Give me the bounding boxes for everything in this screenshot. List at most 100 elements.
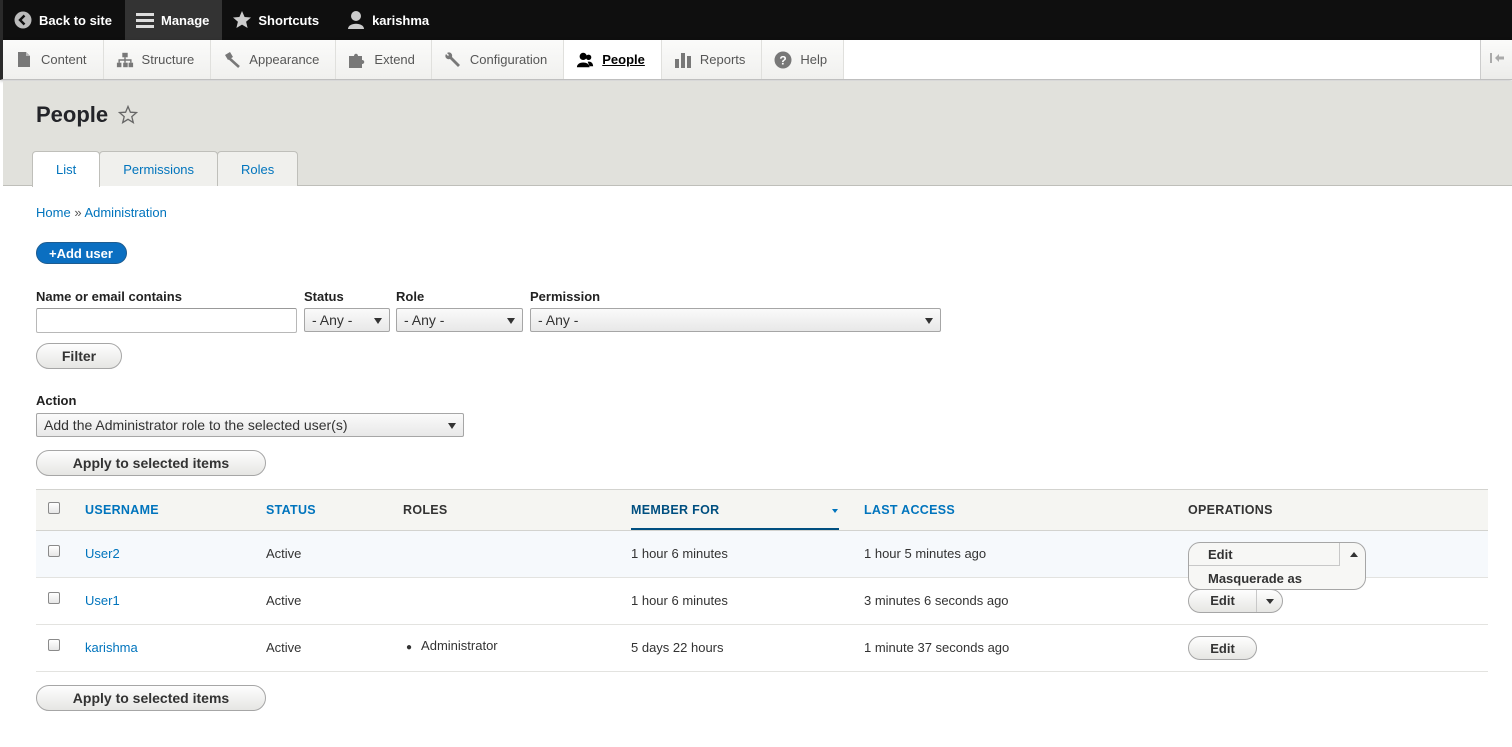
role-select[interactable]: - Any - <box>396 308 523 332</box>
permission-filter-label: Permission <box>530 289 601 304</box>
last-access-cell: 1 minute 37 seconds ago <box>864 640 1010 655</box>
tray-item-label: People <box>602 52 645 67</box>
tray-item-structure[interactable]: Structure <box>103 40 212 79</box>
tray-item-help[interactable]: ? Help <box>762 40 845 79</box>
tray-item-label: Structure <box>141 52 195 67</box>
role-filter-label: Role <box>396 289 425 304</box>
help-icon: ? <box>774 51 792 69</box>
manage-link[interactable]: Manage <box>124 0 223 40</box>
member-for-cell: 1 hour 6 minutes <box>631 593 728 608</box>
action-select[interactable]: Add the Administrator role to the select… <box>36 413 464 437</box>
tray-item-label: Content <box>41 52 87 67</box>
permission-select[interactable]: - Any - <box>530 308 941 332</box>
last-access-cell: 3 minutes 6 seconds ago <box>864 593 1009 608</box>
action-label: Action <box>36 393 77 408</box>
tray-item-people[interactable]: People <box>564 40 662 79</box>
tray-item-reports[interactable]: Reports <box>661 40 763 79</box>
svg-text:?: ? <box>780 53 787 67</box>
table-row: karishma Active ● Administrator 5 days 22… <box>36 625 1488 672</box>
tab-roles[interactable]: Roles <box>217 151 299 186</box>
username-link[interactable]: karishma <box>85 640 138 655</box>
username-link[interactable]: User1 <box>85 593 120 608</box>
users-table-header: USERNAME STATUS ROLES MEMBER FOR LAST AC… <box>36 489 1488 531</box>
apply-to-selected-button-top[interactable]: Apply to selected items <box>36 450 266 476</box>
dropbutton-toggle[interactable] <box>1341 543 1366 589</box>
user-name-label: karishma <box>372 12 430 28</box>
tray-item-configuration[interactable]: Configuration <box>431 40 565 79</box>
row-checkbox[interactable] <box>48 592 60 604</box>
bar-chart-icon <box>674 51 692 69</box>
add-user-button[interactable]: +Add user <box>36 242 127 264</box>
page-header: People List Permissions Roles <box>3 81 1512 187</box>
tray-orientation-toggle[interactable] <box>1480 40 1512 79</box>
back-to-site-link[interactable]: Back to site <box>3 0 125 40</box>
back-arrow-icon <box>13 10 33 30</box>
tray-item-label: Appearance <box>249 52 320 67</box>
name-filter-label: Name or email contains <box>36 289 182 304</box>
tray-item-extend[interactable]: Extend <box>336 40 432 79</box>
tab-list[interactable]: List <box>32 151 101 187</box>
tray-item-content[interactable]: Content <box>3 40 104 79</box>
paintbrush-icon <box>223 51 241 69</box>
row-checkbox[interactable] <box>48 545 60 557</box>
sitemap-icon <box>116 51 134 69</box>
column-status[interactable]: STATUS <box>266 503 316 517</box>
status-filter-label: Status <box>304 289 344 304</box>
edit-button[interactable]: Edit <box>1188 636 1257 660</box>
primary-tabs: List Permissions Roles <box>32 151 299 187</box>
shortcuts-label: Shortcuts <box>258 12 320 28</box>
status-cell: Active <box>266 640 302 655</box>
role-item: Administrator <box>421 638 498 653</box>
roles-cell: ● Administrator <box>406 638 498 653</box>
admin-toolbar: Back to site Manage Shortcuts karishma <box>0 0 1512 40</box>
list-bullet: ● <box>406 642 413 653</box>
chevron-down-icon <box>925 318 933 324</box>
tab-permissions[interactable]: Permissions <box>99 151 219 186</box>
action-select-value: Add the Administrator role to the select… <box>44 417 348 433</box>
sort-desc-icon <box>832 509 838 513</box>
chevron-down-icon <box>374 318 382 324</box>
dropbutton-toggle[interactable] <box>1257 598 1282 604</box>
edit-button[interactable]: Edit <box>1189 543 1340 566</box>
column-username[interactable]: USERNAME <box>85 503 159 517</box>
tray-item-label: Reports <box>699 52 746 67</box>
shortcut-star-icon[interactable] <box>117 104 139 125</box>
active-sort-indicator <box>631 528 839 530</box>
column-operations: OPERATIONS <box>1188 503 1273 517</box>
permission-select-value: - Any - <box>538 312 579 328</box>
username-link[interactable]: User2 <box>85 546 120 561</box>
column-last-access[interactable]: LAST ACCESS <box>864 503 955 517</box>
tray-item-label: Configuration <box>469 52 548 67</box>
name-email-input[interactable] <box>36 308 297 333</box>
edit-button[interactable]: Edit <box>1189 590 1257 612</box>
status-select[interactable]: - Any - <box>304 308 390 332</box>
filter-button[interactable]: Filter <box>36 343 122 369</box>
wrench-icon <box>444 51 462 69</box>
edit-dropbutton: Edit <box>1188 589 1283 613</box>
admin-tray: Content Structure Appearance Extend Conf… <box>0 40 1512 80</box>
tray-item-label: Help <box>800 52 828 67</box>
status-cell: Active <box>266 546 302 561</box>
back-to-site-label: Back to site <box>39 12 112 28</box>
user-link[interactable]: karishma <box>332 0 442 40</box>
breadcrumb-home[interactable]: Home <box>36 205 71 220</box>
breadcrumb-administration[interactable]: Administration <box>84 205 166 220</box>
member-for-cell: 1 hour 6 minutes <box>631 546 728 561</box>
page-title: People <box>36 102 139 128</box>
masquerade-as-link[interactable]: Masquerade as <box>1189 567 1340 589</box>
operations-dropbutton-open: Edit Masquerade as <box>1188 542 1366 590</box>
chevron-up-icon <box>1349 552 1358 557</box>
collapse-arrow-icon <box>1489 51 1505 69</box>
chevron-down-icon <box>507 318 515 324</box>
select-all-checkbox[interactable] <box>48 502 60 514</box>
role-select-value: - Any - <box>404 312 445 328</box>
shortcuts-link[interactable]: Shortcuts <box>222 0 332 40</box>
star-icon <box>232 10 252 30</box>
last-access-cell: 1 hour 5 minutes ago <box>864 546 987 561</box>
column-member-for[interactable]: MEMBER FOR <box>631 503 719 517</box>
chevron-down-icon <box>448 423 456 429</box>
chevron-down-icon <box>1265 598 1274 604</box>
row-checkbox[interactable] <box>48 639 60 651</box>
tray-item-appearance[interactable]: Appearance <box>211 40 337 79</box>
apply-to-selected-button-bottom[interactable]: Apply to selected items <box>36 685 266 711</box>
